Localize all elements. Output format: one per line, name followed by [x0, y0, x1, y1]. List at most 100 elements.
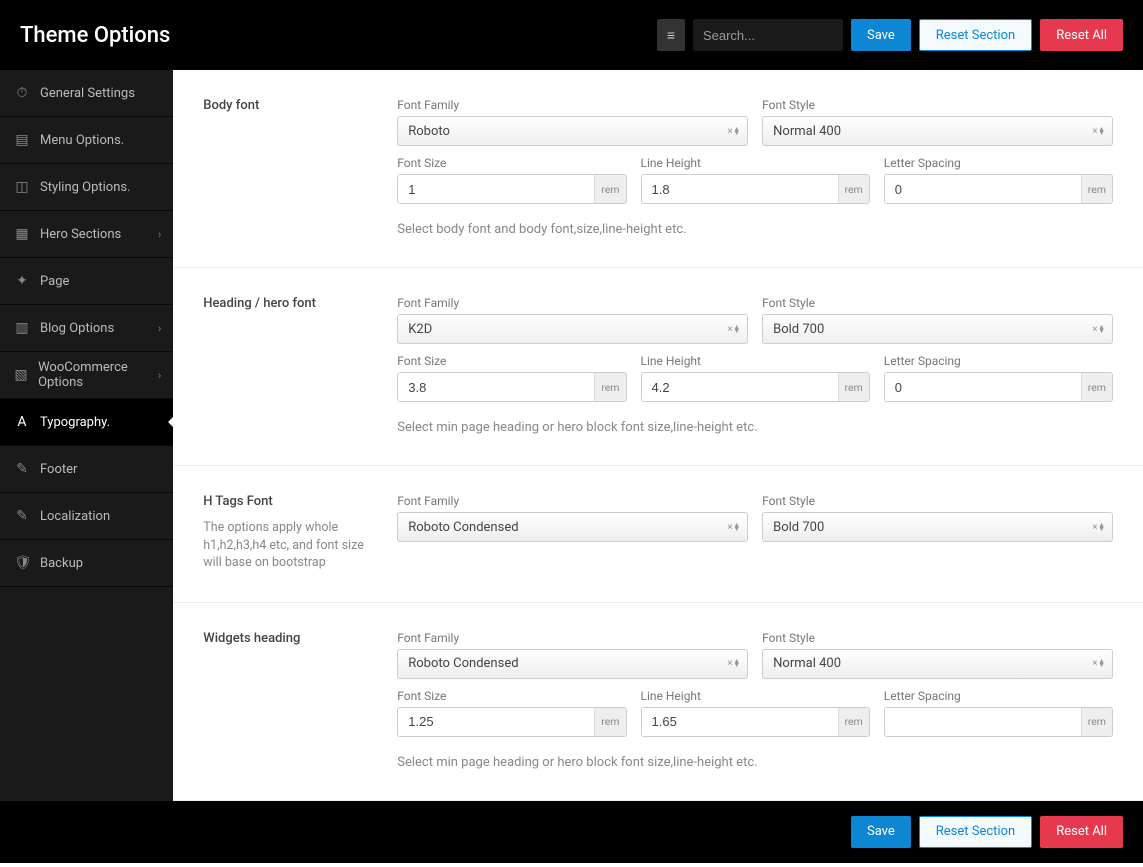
clear-chevron-icon[interactable]: × ▲▼: [727, 126, 739, 137]
section-right: Font Family Roboto Condensed × ▲▼ Font Styl…: [397, 631, 1113, 770]
sidebar-item-icon: ◫: [14, 179, 30, 195]
sidebar-item-menu-options[interactable]: ▤ Menu Options.: [0, 117, 173, 164]
sidebar-item-icon: ▥: [14, 320, 30, 336]
sidebar-item-woocommerce-options[interactable]: ▧ WooCommerce Options›: [0, 352, 173, 399]
font-family-select[interactable]: Roboto Condensed × ▲▼: [397, 649, 748, 679]
field-label: Font Family: [397, 631, 748, 645]
sidebar-item-label: General Settings: [40, 86, 135, 101]
sidebar-item-hero-sections[interactable]: ▦Hero Sections›: [0, 211, 173, 258]
bottom-actions: Save Reset Section Reset All: [851, 816, 1123, 848]
font-family-select[interactable]: K2D× ▲▼: [397, 314, 748, 344]
select-value: Roboto Condensed: [408, 520, 518, 535]
search-input[interactable]: [693, 19, 843, 51]
letter-spacing-input-wrap: rem: [884, 372, 1113, 402]
select-value: Bold 700: [773, 322, 824, 337]
unit-label: rem: [594, 708, 625, 736]
clear-chevron-icon[interactable]: × ▲▼: [1092, 126, 1104, 137]
font-style-select[interactable]: Bold 700× ▲▼: [762, 512, 1113, 542]
font-family-select[interactable]: Roboto × ▲▼: [397, 116, 748, 146]
unit-label: rem: [1081, 708, 1112, 736]
letter-spacing-input[interactable]: [885, 373, 1081, 401]
line-height-input[interactable]: [642, 708, 838, 736]
font-size-input-wrap: rem: [397, 372, 626, 402]
clear-chevron-icon[interactable]: × ▲▼: [727, 658, 739, 669]
letter-spacing-input[interactable]: [885, 708, 1081, 736]
sidebar-item-localization[interactable]: ✎Localization: [0, 493, 173, 540]
sidebar-item-label: Hero Sections: [40, 227, 121, 242]
line-height-input[interactable]: [642, 373, 838, 401]
sidebar-item-footer[interactable]: ✎Footer: [0, 446, 173, 493]
clear-chevron-icon[interactable]: × ▲▼: [727, 324, 739, 335]
clear-chevron-icon[interactable]: × ▲▼: [727, 522, 739, 533]
section: H Tags FontThe options apply whole h1,h2…: [173, 466, 1143, 603]
sidebar-item-page[interactable]: ✦Page: [0, 258, 173, 305]
font-style-select[interactable]: Bold 700 × ▲▼: [762, 314, 1113, 344]
sidebar-item-label: WooCommerce Options: [38, 360, 159, 390]
field-label: Line Height: [641, 354, 870, 368]
sidebar-item-styling-options[interactable]: ◫Styling Options.: [0, 164, 173, 211]
save-button[interactable]: Save: [851, 19, 911, 51]
sidebar-item-label: Menu Options.: [40, 133, 124, 148]
sidebar-item-icon: ▧: [14, 367, 28, 383]
save-button-bottom[interactable]: Save: [851, 816, 911, 848]
font-size-input[interactable]: [398, 175, 594, 203]
select-value: Roboto: [408, 124, 450, 139]
field-label: Font Style: [762, 631, 1113, 645]
sidebar-item-icon: ▤: [14, 132, 30, 148]
line-height-input[interactable]: [642, 175, 838, 203]
field-label: Line Height: [641, 156, 870, 170]
clear-chevron-icon[interactable]: × ▲▼: [1092, 522, 1104, 533]
font-size-input[interactable]: [398, 373, 594, 401]
section-hint: Select body font and body font,size,line…: [397, 222, 1113, 237]
section-right: Font FamilyRoboto× ▲▼Font StyleNormal 40…: [397, 98, 1113, 237]
reset-all-button[interactable]: Reset All: [1040, 19, 1123, 51]
sidebar-item-label: Backup: [40, 556, 83, 571]
section-name: Body font: [203, 98, 381, 113]
sidebar-item-blog-options[interactable]: ▥Blog Options›: [0, 305, 173, 352]
line-height-input-wrap: rem: [641, 372, 870, 402]
section: Heading / hero fontFont FamilyK2D× ▲▼Fon…: [173, 268, 1143, 466]
section-left: H Tags FontThe options apply whole h1,h2…: [203, 494, 397, 572]
section: Body fontFont FamilyRoboto× ▲▼Font Style…: [173, 70, 1143, 268]
main: ⏱ General Settings ▤ Menu Options. ◫Styling …: [0, 70, 1143, 801]
line-height-input-wrap: rem: [641, 174, 870, 204]
letter-spacing-input[interactable]: [885, 175, 1081, 203]
reset-section-button-bottom[interactable]: Reset Section: [919, 816, 1032, 848]
font-size-input[interactable]: [398, 708, 594, 736]
select-value: Normal 400: [773, 656, 841, 671]
toggle-icon[interactable]: ≡: [657, 19, 685, 51]
font-style-select[interactable]: Normal 400 × ▲▼: [762, 649, 1113, 679]
section-left: Heading / hero font: [203, 296, 397, 435]
sidebar: ⏱ General Settings ▤ Menu Options. ◫Styling …: [0, 70, 173, 801]
sidebar-item-general-settings[interactable]: ⏱ General Settings: [0, 70, 173, 117]
bottombar: Save Reset Section Reset All: [0, 801, 1143, 863]
field-label: Letter Spacing: [884, 156, 1113, 170]
sidebar-item-typography[interactable]: ATypography.: [0, 399, 173, 446]
field-label: Font Size: [397, 156, 626, 170]
unit-label: rem: [838, 708, 869, 736]
chevron-right-icon: ›: [158, 369, 161, 382]
clear-chevron-icon[interactable]: × ▲▼: [1092, 324, 1104, 335]
sidebar-item-label: Typography.: [40, 415, 110, 430]
section-name: H Tags Font: [203, 494, 381, 509]
chevron-right-icon: ›: [158, 322, 161, 335]
field-label: Letter Spacing: [884, 689, 1113, 703]
section-left: Body font: [203, 98, 397, 237]
reset-all-button-bottom[interactable]: Reset All: [1040, 816, 1123, 848]
field-label: Line Height: [641, 689, 870, 703]
sidebar-item-icon: ✦: [14, 273, 30, 289]
field-label: Font Style: [762, 494, 1113, 508]
sidebar-item-backup[interactable]: 🛡Backup: [0, 540, 173, 587]
section-name: Widgets heading: [203, 631, 381, 646]
reset-section-button[interactable]: Reset Section: [919, 19, 1032, 51]
letter-spacing-input-wrap: rem: [884, 174, 1113, 204]
clear-chevron-icon[interactable]: × ▲▼: [1092, 658, 1104, 669]
section-hint: Select min page heading or hero block fo…: [397, 420, 1113, 435]
section: Widgets heading Font Family Roboto Condens…: [173, 603, 1143, 801]
field-label: Font Size: [397, 354, 626, 368]
font-family-select[interactable]: Roboto Condensed × ▲▼: [397, 512, 748, 542]
sidebar-item-icon: ⏱: [14, 85, 30, 101]
content: Body font Font Family Roboto × ▲▼ Font Style…: [173, 70, 1143, 801]
select-value: Roboto Condensed: [408, 656, 518, 671]
font-style-select[interactable]: Normal 400× ▲▼: [762, 116, 1113, 146]
